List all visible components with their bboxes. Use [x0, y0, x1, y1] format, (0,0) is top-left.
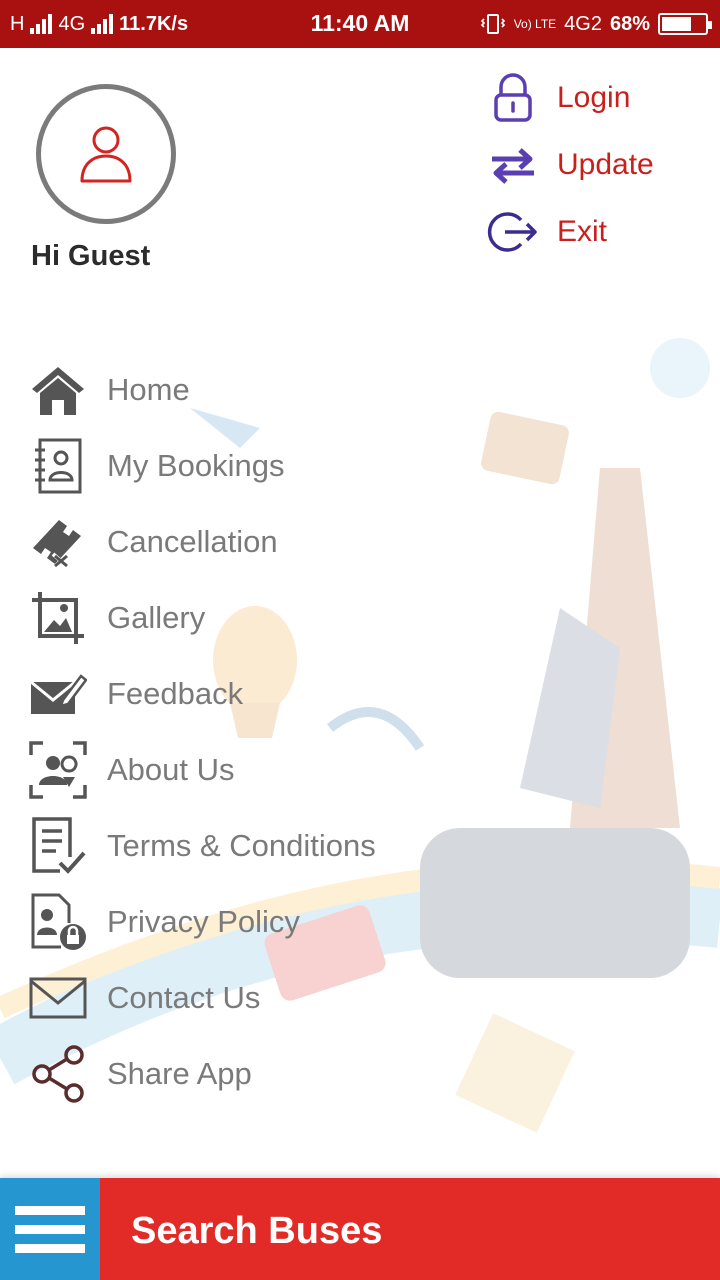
menu-item-share-app[interactable]: Share App: [28, 1036, 448, 1112]
menu-item-contact-us[interactable]: Contact Us: [28, 960, 448, 1036]
privacy-icon: [28, 892, 88, 952]
greeting-text: Hi Guest: [31, 240, 151, 272]
battery-fill: [662, 17, 691, 31]
update-button[interactable]: Update: [486, 137, 706, 193]
update-label: Update: [557, 148, 654, 181]
network-4g2-label: 4G2: [564, 12, 602, 35]
gallery-icon: [28, 588, 88, 648]
exit-button[interactable]: Exit: [486, 204, 706, 260]
avatar[interactable]: [36, 84, 176, 224]
menu-item-terms[interactable]: Terms & Conditions: [28, 808, 448, 884]
lock-icon: [486, 71, 540, 125]
status-bar-right: Vo) LTE 4G2 68%: [480, 10, 712, 38]
share-icon: [28, 1044, 88, 1104]
bookings-icon: [28, 436, 88, 496]
menu-label-contact-us: Contact Us: [107, 980, 261, 1015]
home-icon: [28, 360, 88, 420]
terms-icon: [28, 816, 88, 876]
about-icon: [28, 740, 88, 800]
login-label: Login: [557, 81, 631, 114]
menu-label-cancellation: Cancellation: [107, 524, 278, 559]
menu-label-home: Home: [107, 372, 190, 407]
ticket-cancel-icon: [28, 512, 88, 572]
mail-icon: [28, 968, 88, 1028]
menu-item-cancellation[interactable]: Cancellation: [28, 504, 448, 580]
menu-label-gallery: Gallery: [107, 600, 206, 635]
menu-item-gallery[interactable]: Gallery: [28, 580, 448, 656]
swap-arrows-icon: [486, 138, 540, 192]
menu-item-about-us[interactable]: About Us: [28, 732, 448, 808]
menu-item-my-bookings[interactable]: My Bookings: [28, 428, 448, 504]
menu-label-privacy-policy: Privacy Policy: [107, 904, 300, 939]
menu-label-terms: Terms & Conditions: [107, 828, 376, 863]
logout-icon: [486, 205, 540, 259]
menu-item-feedback[interactable]: Feedback: [28, 656, 448, 732]
menu-label-about-us: About Us: [107, 752, 235, 787]
battery-icon: [658, 13, 712, 35]
menu-label-share-app: Share App: [107, 1056, 252, 1091]
menu-label-my-bookings: My Bookings: [107, 448, 285, 483]
menu-label-feedback: Feedback: [107, 676, 244, 711]
feedback-icon: [28, 664, 88, 724]
hamburger-icon[interactable]: [0, 1178, 100, 1280]
menu-item-home[interactable]: Home: [28, 352, 448, 428]
user-icon: [80, 126, 132, 183]
bottom-bar: Search Buses: [0, 1178, 720, 1280]
status-bar: H 4G 11.7K/s 11:40 AM Vo) LTE 4G2 68%: [0, 0, 720, 48]
login-button[interactable]: Login: [486, 70, 706, 126]
search-buses-title[interactable]: Search Buses: [131, 1210, 382, 1253]
volte-label: Vo) LTE: [513, 16, 557, 31]
battery-percent: 68%: [609, 12, 650, 35]
vibrate-icon: [480, 14, 505, 34]
exit-label: Exit: [557, 215, 608, 248]
menu-item-privacy-policy[interactable]: Privacy Policy: [28, 884, 448, 960]
